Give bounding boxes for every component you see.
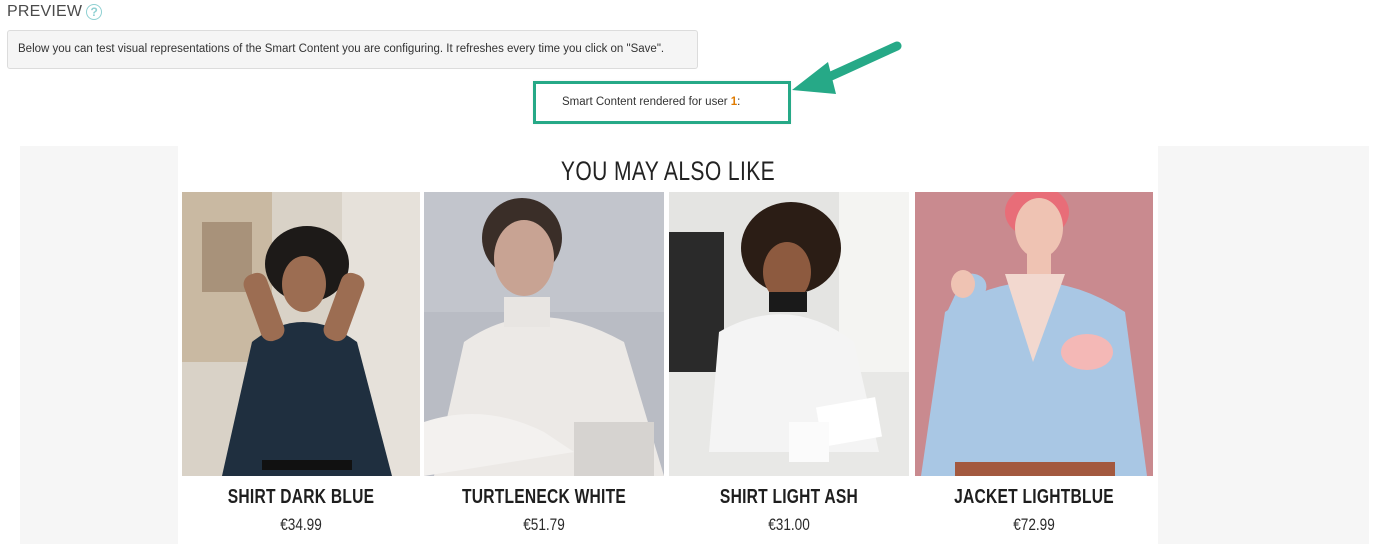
woman-white-turtleneck-photo — [424, 192, 664, 476]
product-price: €31.00 — [768, 515, 810, 534]
recommendation-widget: YOU MAY ALSO LIKE SHIRT DARK BLUE €34.99… — [178, 146, 1158, 544]
preview-info-box: Below you can test visual representation… — [7, 30, 698, 69]
widget-title: YOU MAY ALSO LIKE — [560, 156, 776, 186]
woman-lightblue-jacket-pink-hair-photo — [915, 192, 1153, 476]
preview-title: PREVIEW — [7, 3, 83, 20]
product-image[interactable] — [182, 192, 420, 476]
product-card[interactable]: JACKET LIGHTBLUE €72.99 — [915, 192, 1153, 544]
woman-dark-blue-shirt-photo — [182, 192, 420, 476]
product-image[interactable] — [669, 192, 909, 476]
product-image[interactable] — [915, 192, 1153, 476]
render-label: Smart Content rendered for user 1: — [562, 96, 741, 108]
product-name[interactable]: SHIRT LIGHT ASH — [695, 486, 882, 509]
preview-header: PREVIEW ? — [7, 3, 103, 21]
product-price: €72.99 — [1013, 515, 1055, 534]
product-name[interactable]: SHIRT DARK BLUE — [208, 486, 394, 509]
arrow-annotation-icon — [792, 41, 902, 94]
product-image[interactable] — [424, 192, 664, 476]
preview-info-text: Below you can test visual representation… — [18, 43, 665, 55]
product-name[interactable]: JACKET LIGHTBLUE — [941, 486, 1127, 509]
product-price: €51.79 — [523, 515, 565, 534]
question-circle-icon[interactable]: ? — [86, 4, 103, 20]
product-name[interactable]: TURTLENECK WHITE — [450, 486, 637, 509]
product-card[interactable]: SHIRT DARK BLUE €34.99 — [182, 192, 420, 544]
render-highlight-box: Smart Content rendered for user 1: — [533, 81, 791, 124]
product-card[interactable]: TURTLENECK WHITE €51.79 — [424, 192, 664, 544]
preview-page: PREVIEW ? Below you can test visual repr… — [0, 0, 1374, 544]
woman-light-ash-shirt-office-photo — [669, 192, 909, 476]
product-price: €34.99 — [280, 515, 322, 534]
product-card[interactable]: SHIRT LIGHT ASH €31.00 — [669, 192, 909, 544]
